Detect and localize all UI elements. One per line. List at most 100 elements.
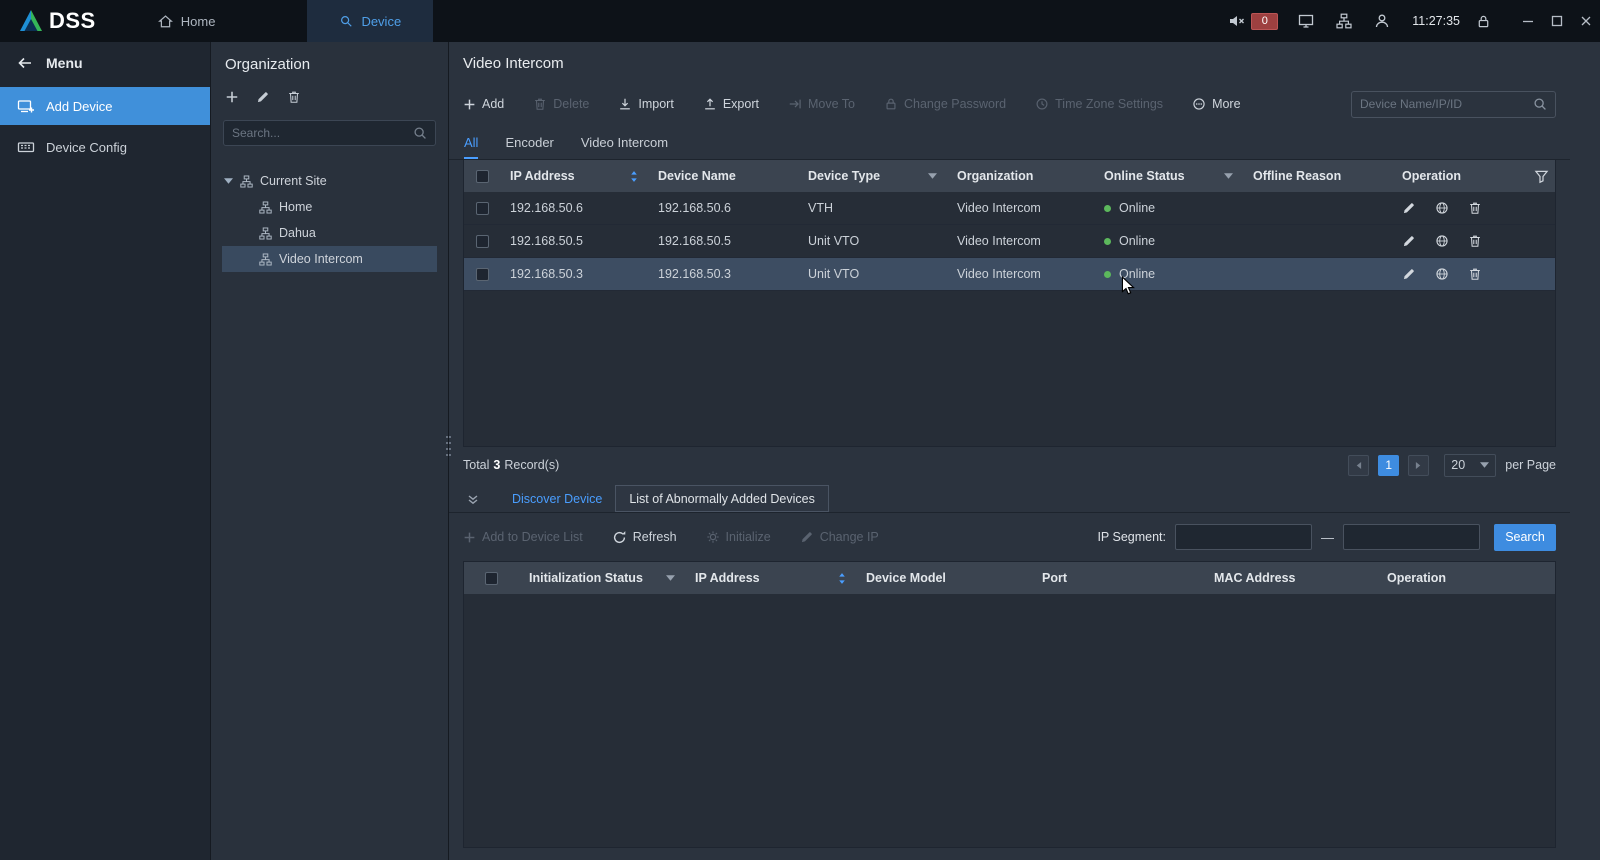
device-web-page-icon[interactable] xyxy=(1435,201,1449,215)
collapse-panel-button[interactable] xyxy=(467,495,479,505)
add-button[interactable]: Add xyxy=(463,97,504,111)
back-icon[interactable] xyxy=(17,55,33,71)
lock-icon[interactable] xyxy=(1476,14,1491,29)
device-tab-icon xyxy=(339,14,353,28)
mute-speaker-icon[interactable] xyxy=(1228,13,1246,29)
ip-segment-end-input[interactable] xyxy=(1343,524,1480,550)
next-page-button[interactable] xyxy=(1408,455,1429,476)
tree-item-video-intercom[interactable]: Video Intercom xyxy=(222,246,437,272)
tree-expand-icon[interactable] xyxy=(224,178,233,184)
user-icon[interactable] xyxy=(1374,13,1390,29)
column-initialization-status[interactable]: Initialization Status xyxy=(519,571,685,585)
search-icon[interactable] xyxy=(413,126,427,140)
sort-icon[interactable] xyxy=(838,572,846,585)
import-button[interactable]: Import xyxy=(618,97,673,111)
column-operation[interactable]: Operation xyxy=(1377,571,1555,585)
more-button[interactable]: More xyxy=(1192,97,1240,111)
tree-item-current-site[interactable]: Current Site xyxy=(222,168,437,194)
device-web-page-icon[interactable] xyxy=(1435,267,1449,281)
tab-encoder[interactable]: Encoder xyxy=(505,135,553,159)
column-offline-reason[interactable]: Offline Reason xyxy=(1243,169,1392,183)
records-label: Record(s) xyxy=(504,458,559,472)
column-online-status[interactable]: Online Status xyxy=(1094,169,1243,183)
column-port[interactable]: Port xyxy=(1032,571,1204,585)
add-to-device-list-button[interactable]: Add to Device List xyxy=(463,530,583,544)
edit-device-icon[interactable] xyxy=(1402,201,1416,215)
tab-device[interactable]: Device xyxy=(307,0,433,42)
column-organization[interactable]: Organization xyxy=(947,169,1094,183)
ip-segment-search-button[interactable]: Search xyxy=(1494,524,1556,551)
device-row[interactable]: 192.168.50.6 192.168.50.6 VTH Video Inte… xyxy=(464,192,1555,225)
column-device-name[interactable]: Device Name xyxy=(648,169,798,183)
search-icon[interactable] xyxy=(1533,97,1547,111)
select-all-checkbox[interactable] xyxy=(485,572,498,585)
close-icon xyxy=(1580,15,1592,27)
move-to-button[interactable]: Move To xyxy=(788,97,855,111)
delete-org-icon[interactable] xyxy=(287,90,301,104)
column-device-type[interactable]: Device Type xyxy=(798,169,947,183)
tab-all[interactable]: All xyxy=(464,135,478,159)
time-zone-settings-button[interactable]: Time Zone Settings xyxy=(1035,97,1163,111)
delete-button[interactable]: Delete xyxy=(533,97,589,111)
column-label: MAC Address xyxy=(1214,571,1296,585)
filter-dropdown-icon[interactable] xyxy=(928,173,937,179)
add-org-icon[interactable] xyxy=(225,90,239,104)
edit-org-icon[interactable] xyxy=(256,90,270,104)
column-ip-address[interactable]: IP Address xyxy=(685,571,856,585)
row-checkbox[interactable] xyxy=(476,268,489,281)
tree-item-dahua[interactable]: Dahua xyxy=(222,220,437,246)
row-checkbox[interactable] xyxy=(476,202,489,215)
cell-device-type: Unit VTO xyxy=(808,234,859,248)
row-checkbox[interactable] xyxy=(476,235,489,248)
tab-abnormally-added-devices[interactable]: List of Abnormally Added Devices xyxy=(615,485,829,512)
delete-device-icon[interactable] xyxy=(1468,201,1482,215)
edit-device-icon[interactable] xyxy=(1402,234,1416,248)
export-button[interactable]: Export xyxy=(703,97,759,111)
discovered-table-header: Initialization Status IP Address Device … xyxy=(464,562,1555,594)
device-row[interactable]: 192.168.50.3 192.168.50.3 Unit VTO Video… xyxy=(464,258,1555,291)
import-button-label: Import xyxy=(638,97,673,111)
pagination: 1 20 per Page xyxy=(1348,454,1556,477)
edit-device-icon[interactable] xyxy=(1402,267,1416,281)
tab-discover-device[interactable]: Discover Device xyxy=(499,485,615,512)
sitemap-icon[interactable] xyxy=(1336,13,1352,29)
maximize-button[interactable] xyxy=(1542,0,1571,42)
column-device-model[interactable]: Device Model xyxy=(856,571,1032,585)
change-password-button[interactable]: Change Password xyxy=(884,97,1006,111)
ip-segment-start-input[interactable] xyxy=(1175,524,1312,550)
column-mac-address[interactable]: MAC Address xyxy=(1204,571,1377,585)
tab-video-intercom[interactable]: Video Intercom xyxy=(581,135,668,159)
column-operation[interactable]: Operation xyxy=(1392,169,1555,184)
device-row[interactable]: 192.168.50.5 192.168.50.5 Unit VTO Video… xyxy=(464,225,1555,258)
select-all-checkbox[interactable] xyxy=(476,170,489,183)
filter-dropdown-icon[interactable] xyxy=(666,575,675,581)
refresh-button[interactable]: Refresh xyxy=(612,530,677,545)
prev-page-button[interactable] xyxy=(1348,455,1369,476)
close-button[interactable] xyxy=(1571,0,1600,42)
sidebar-item-device-config[interactable]: Device Config xyxy=(0,128,210,166)
page-size-select[interactable]: 20 xyxy=(1444,454,1496,477)
filter-dropdown-icon[interactable] xyxy=(1224,173,1233,179)
tree-item-home[interactable]: Home xyxy=(222,194,437,220)
initialize-button[interactable]: Initialize xyxy=(706,530,771,544)
sidebar-item-add-device[interactable]: Add Device xyxy=(0,87,210,125)
alarm-count-badge[interactable]: 0 xyxy=(1251,13,1278,30)
device-web-page-icon[interactable] xyxy=(1435,234,1449,248)
clock: 11:27:35 xyxy=(1412,14,1460,28)
device-search-input[interactable] xyxy=(1360,97,1533,111)
delete-device-icon[interactable] xyxy=(1468,267,1482,281)
page-1-button[interactable]: 1 xyxy=(1378,455,1399,476)
sort-icon[interactable] xyxy=(630,170,638,183)
device-search xyxy=(1351,91,1556,118)
monitor-icon[interactable] xyxy=(1298,13,1314,29)
panel-resize-handle[interactable] xyxy=(445,434,452,461)
delete-device-icon[interactable] xyxy=(1468,234,1482,248)
organization-search-input[interactable] xyxy=(232,126,413,140)
minimize-button[interactable] xyxy=(1513,0,1542,42)
discover-tabbar: Discover Device List of Abnormally Added… xyxy=(449,483,1570,513)
filter-icon[interactable] xyxy=(1534,169,1549,184)
tab-home[interactable]: Home xyxy=(126,0,248,42)
column-ip-address[interactable]: IP Address xyxy=(500,169,648,183)
change-ip-button[interactable]: Change IP xyxy=(800,530,879,544)
double-chevron-down-icon xyxy=(467,495,479,505)
